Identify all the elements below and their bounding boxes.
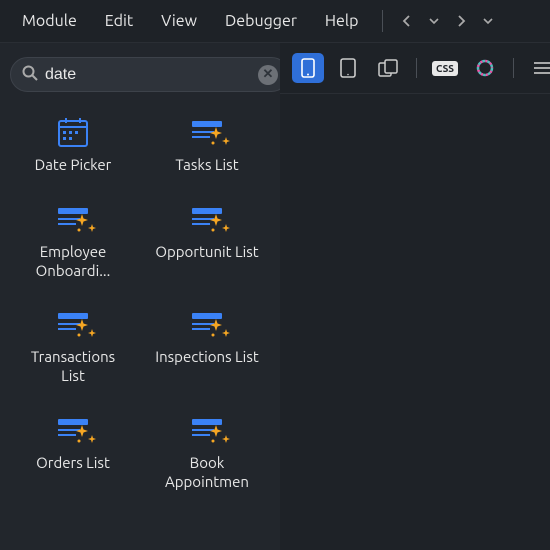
grid-item-label: Employee Onboardi... — [18, 243, 128, 281]
grid-item[interactable]: Inspections List — [144, 302, 270, 390]
grid-item-label: Tasks List — [175, 156, 238, 175]
device-mobile-button[interactable] — [292, 53, 324, 83]
menu-help[interactable]: Help — [313, 8, 371, 34]
list-sparkle-icon — [186, 114, 228, 150]
list-sparkle-icon — [52, 412, 94, 448]
device-responsive-button[interactable] — [372, 53, 404, 83]
search-input[interactable] — [45, 66, 252, 84]
nav-dropdown-button[interactable] — [423, 12, 445, 30]
grid-item-label: Date Picker — [35, 156, 112, 175]
menu-edit[interactable]: Edit — [93, 8, 145, 34]
color-wheel-icon — [476, 59, 494, 77]
component-grid: Date Picker Tasks List Employee Onboardi..… — [10, 110, 270, 495]
grid-item-label: Inspections List — [155, 348, 258, 367]
list-sparkle-icon — [52, 201, 94, 237]
list-sparkle-icon — [186, 201, 228, 237]
calendar-icon — [52, 114, 94, 150]
main: ✕ Date Picker Tasks List Employee Onboardi… — [0, 43, 550, 550]
color-wheel-button[interactable] — [469, 53, 501, 83]
grid-item[interactable]: Tasks List — [144, 110, 270, 179]
grid-item[interactable]: Date Picker — [10, 110, 136, 179]
content-area: CSS — [280, 43, 550, 550]
menubar: Module Edit View Debugger Help — [0, 0, 550, 43]
divider — [416, 58, 417, 78]
menu-debugger[interactable]: Debugger — [213, 8, 309, 34]
grid-item-label: Transactions List — [18, 348, 128, 386]
list-sparkle-icon — [52, 306, 94, 342]
css-button[interactable]: CSS — [429, 53, 461, 83]
grid-item[interactable]: Opportunit List — [144, 197, 270, 285]
more-menu-button[interactable] — [526, 53, 550, 83]
nav-forward-button[interactable] — [449, 11, 473, 31]
search-icon — [21, 64, 39, 85]
grid-item[interactable]: Transactions List — [10, 302, 136, 390]
nav-dropdown-button-2[interactable] — [477, 12, 499, 30]
grid-item[interactable]: Book Appointmen — [144, 408, 270, 496]
nav-back-button[interactable] — [395, 11, 419, 31]
grid-item-label: Opportunit List — [155, 243, 258, 262]
menu-module[interactable]: Module — [10, 8, 89, 34]
menu-view[interactable]: View — [149, 8, 209, 34]
divider — [513, 58, 514, 78]
list-sparkle-icon — [186, 306, 228, 342]
sidebar: ✕ Date Picker Tasks List Employee Onboardi… — [0, 43, 280, 550]
clear-search-button[interactable]: ✕ — [258, 65, 278, 85]
css-icon: CSS — [432, 61, 458, 76]
search-row: ✕ — [10, 57, 270, 92]
device-tablet-button[interactable] — [332, 53, 364, 83]
search-box[interactable]: ✕ — [10, 57, 289, 92]
grid-item-label: Book Appointmen — [152, 454, 262, 492]
list-sparkle-icon — [186, 412, 228, 448]
grid-item[interactable]: Orders List — [10, 408, 136, 496]
divider — [382, 10, 383, 32]
device-toolbar: CSS — [280, 43, 550, 94]
grid-item[interactable]: Employee Onboardi... — [10, 197, 136, 285]
grid-item-label: Orders List — [36, 454, 110, 473]
